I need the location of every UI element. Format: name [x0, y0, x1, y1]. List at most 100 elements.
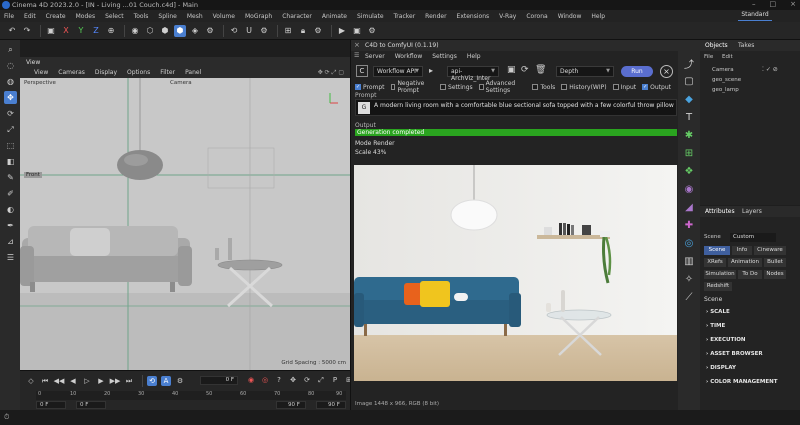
menu-simulate[interactable]: Simulate: [357, 13, 384, 20]
autokey-icon[interactable]: A: [161, 376, 171, 386]
menu-create[interactable]: Create: [46, 13, 66, 20]
polygons-mode-icon[interactable]: ⬢: [174, 24, 186, 37]
camera-icon[interactable]: ▥: [682, 254, 696, 268]
menu-corona[interactable]: Corona: [526, 13, 547, 20]
tab-layers[interactable]: Layers: [742, 208, 762, 215]
menu-select[interactable]: Select: [105, 13, 124, 20]
close-panel-icon[interactable]: ×: [354, 41, 360, 49]
next-key-icon[interactable]: ▶▶: [110, 376, 121, 386]
scene-icon[interactable]: ◎: [682, 236, 696, 250]
tab-attributes[interactable]: Attributes: [705, 208, 735, 215]
trash-icon[interactable]: 🗑︎: [535, 65, 546, 75]
menu-vray[interactable]: V-Ray: [499, 13, 516, 20]
gear-icon[interactable]: ⚙: [204, 25, 216, 37]
vp-menu-options[interactable]: Options: [127, 69, 150, 76]
object-geo-scene[interactable]: geo_scene: [712, 77, 741, 83]
menu-mograph[interactable]: MoGraph: [245, 13, 272, 20]
check-output[interactable]: ✓ Output: [642, 84, 671, 91]
chip-xrefs[interactable]: XRefs: [704, 258, 726, 267]
text-icon[interactable]: T: [682, 110, 696, 124]
lasso-icon[interactable]: ◍: [4, 75, 17, 88]
edges-mode-icon[interactable]: ⬢: [159, 25, 171, 37]
mode-select[interactable]: Depth ▼: [556, 66, 614, 77]
generator-icon[interactable]: ✱: [682, 128, 696, 142]
pen-icon[interactable]: ⟋: [682, 290, 696, 304]
timeline-ruler[interactable]: 0 10 20 30 40 50 60 70 80 90: [36, 391, 346, 400]
rotate-icon[interactable]: ⟳: [4, 107, 17, 120]
check-settings[interactable]: Settings: [440, 84, 473, 91]
check-negative-prompt[interactable]: Negative Prompt: [390, 80, 435, 94]
enable-axis-icon[interactable]: ⟲: [228, 25, 240, 37]
prompt-input[interactable]: G A modern living room with a comfortabl…: [355, 99, 677, 116]
mograph-icon[interactable]: ❖: [682, 164, 696, 178]
plugin-menu-help[interactable]: Help: [467, 53, 481, 60]
move-icon[interactable]: ✥: [4, 91, 17, 104]
tab-objects[interactable]: Objects: [705, 42, 728, 49]
live-select-icon[interactable]: ▣: [45, 25, 57, 37]
snap-icon[interactable]: U: [243, 25, 255, 37]
plugin-menu-workflow[interactable]: Workflow: [395, 53, 423, 60]
menu-lines-icon[interactable]: ☰: [354, 52, 359, 59]
workflow-select[interactable]: Workflow API ▼: [373, 66, 423, 77]
loop-icon[interactable]: ⟲: [147, 376, 157, 386]
check-input[interactable]: Input: [612, 84, 636, 91]
paint-icon[interactable]: ◐: [4, 203, 17, 216]
group-scale[interactable]: › SCALE: [706, 309, 730, 315]
cube-icon[interactable]: ◆: [682, 92, 696, 106]
check-history[interactable]: History(WIP): [561, 84, 607, 91]
menu-modes[interactable]: Modes: [76, 13, 95, 20]
group-asset-browser[interactable]: › ASSET BROWSER: [706, 351, 763, 357]
measure-icon[interactable]: ⊿: [4, 235, 17, 248]
extrude-icon[interactable]: ◧: [4, 155, 17, 168]
viewport-tab[interactable]: View: [26, 59, 40, 66]
uv-mode-icon[interactable]: ◈: [189, 25, 201, 37]
knife-icon[interactable]: ✎: [4, 171, 17, 184]
group-display[interactable]: › DISPLAY: [706, 365, 736, 371]
group-time[interactable]: › TIME: [706, 323, 725, 329]
tab-takes[interactable]: Takes: [738, 42, 754, 49]
save-icon[interactable]: ▣: [507, 65, 516, 75]
menu-character[interactable]: Character: [282, 13, 312, 20]
grid-icon[interactable]: ⊞: [282, 25, 294, 37]
vp-menu-view[interactable]: View: [34, 69, 48, 76]
chip-cineware[interactable]: Cineware: [754, 246, 786, 255]
field-icon[interactable]: ✚: [682, 218, 696, 232]
brush-icon[interactable]: ✐: [4, 187, 17, 200]
objects-menu-file[interactable]: File: [704, 54, 713, 60]
chip-animation[interactable]: Animation: [728, 258, 762, 267]
points-mode-icon[interactable]: ⬡: [144, 25, 156, 37]
model-mode-icon[interactable]: ◉: [129, 25, 141, 37]
light-icon[interactable]: ✧: [682, 272, 696, 286]
y-axis-icon[interactable]: Y: [75, 25, 87, 37]
menu-help[interactable]: Help: [591, 13, 605, 20]
workplane-icon[interactable]: ⚙: [312, 25, 324, 37]
object-geo-lamp[interactable]: geo_lamp: [712, 87, 739, 93]
layout-tab-standard[interactable]: Standard: [738, 11, 772, 21]
help-icon[interactable]: ?: [274, 375, 284, 385]
maximize-icon[interactable]: □: [770, 0, 777, 8]
vp-menu-display[interactable]: Display: [95, 69, 117, 76]
transform-icon[interactable]: ⬚: [4, 139, 17, 152]
redo-icon[interactable]: ↷: [21, 25, 33, 37]
menu-animate[interactable]: Animate: [322, 13, 347, 20]
autokey-record-icon[interactable]: ◎: [260, 375, 270, 385]
chip-scene[interactable]: Scene: [704, 246, 730, 255]
coordinate-system-icon[interactable]: ⊕: [105, 25, 117, 37]
undo-icon[interactable]: ↶: [6, 25, 18, 37]
record-icon[interactable]: ◉: [246, 375, 256, 385]
spline-pen-icon[interactable]: ✒: [4, 219, 17, 232]
menu-render[interactable]: Render: [425, 13, 446, 20]
workflow-file-select[interactable]: api-ArchViz_Inter ▼: [447, 66, 499, 82]
render-settings-icon[interactable]: ⚙: [366, 25, 378, 37]
close-icon[interactable]: ×: [660, 65, 673, 78]
z-axis-icon[interactable]: Z: [90, 25, 102, 37]
scale-icon[interactable]: ⤢: [4, 123, 17, 136]
viewport[interactable]: Perspective Camera Front Grid Spacing : …: [20, 78, 350, 370]
rotate-key-icon[interactable]: ⟳: [302, 375, 312, 385]
menu-spline[interactable]: Spline: [158, 13, 176, 20]
keyframe-settings-icon[interactable]: ⚙: [175, 376, 185, 386]
run-button[interactable]: Run: [621, 66, 653, 77]
object-camera[interactable]: Camera: [712, 67, 734, 73]
minimize-icon[interactable]: –: [752, 0, 756, 8]
visibility-icon[interactable]: ⁚ ✓ ⊘: [762, 66, 778, 73]
